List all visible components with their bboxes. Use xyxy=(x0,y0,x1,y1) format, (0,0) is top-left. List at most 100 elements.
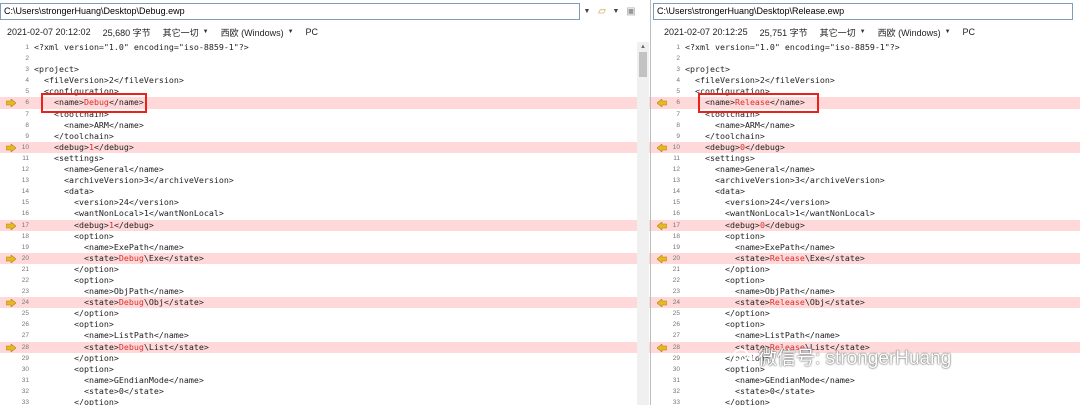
diff-line: 10 <debug>0</debug> xyxy=(651,141,1080,153)
line-text: <option> xyxy=(34,363,114,374)
right-path-input[interactable]: C:\Users\strongerHuang\Desktop\Release.e… xyxy=(653,3,1073,20)
line-text: <archiveVersion>3</archiveVersion> xyxy=(685,175,885,186)
line-number: 18 xyxy=(672,232,680,240)
changed-text: Debug xyxy=(118,252,144,263)
line-number: 26 xyxy=(672,321,680,329)
line-text: <version>24</version> xyxy=(685,197,830,208)
line-text: <project> xyxy=(34,64,79,75)
line-number: 14 xyxy=(672,188,680,196)
line-number: 11 xyxy=(673,154,680,162)
text-segment: \Obj</state> xyxy=(804,297,865,308)
code-line: 32 <state>0</state> xyxy=(651,386,1080,397)
code-line: 31 <name>GEndianMode</name> xyxy=(651,375,1080,386)
file-date: 2021-02-07 20:12:02 xyxy=(7,27,91,37)
scroll-thumb[interactable] xyxy=(639,52,647,77)
line-number: 32 xyxy=(672,387,680,395)
line-text: <name>GEndianMode</name> xyxy=(685,374,855,385)
code-line: 18 <option> xyxy=(651,231,1080,242)
code-line: 16 <wantNonLocal>1</wantNonLocal> xyxy=(0,208,650,219)
line-text: </option> xyxy=(685,397,770,405)
filter-label: 其它一切 xyxy=(819,27,856,38)
code-line: 30 <option> xyxy=(0,364,650,375)
diff-line: 17 <debug>0</debug> xyxy=(651,219,1080,231)
scroll-up-icon[interactable]: ▲ xyxy=(637,42,649,52)
filter-select[interactable]: 其它一切 ▼ xyxy=(163,26,209,39)
encoding-select[interactable]: 西欧 (Windows) ▼ xyxy=(878,26,951,39)
code-line: 8 <name>ARM</name> xyxy=(0,120,650,131)
line-text: <debug>0</debug> xyxy=(685,142,785,153)
save-icon[interactable]: ▣ xyxy=(624,5,638,19)
platform-label: PC xyxy=(305,27,319,37)
code-line: 32 <state>0</state> xyxy=(0,386,650,397)
code-line: 25 </option> xyxy=(0,308,650,319)
line-number: 3 xyxy=(676,66,680,74)
line-text: <debug>0</debug> xyxy=(685,220,805,231)
open-folder-icon[interactable]: ▱ xyxy=(595,5,609,19)
line-number: 2 xyxy=(676,55,680,63)
code-line: 11 <settings> xyxy=(0,153,650,164)
line-number: 23 xyxy=(21,288,29,296)
line-number: 27 xyxy=(672,332,680,340)
line-text: <option> xyxy=(685,319,765,330)
code-line: 29 </option> xyxy=(0,353,650,364)
code-line: 2 xyxy=(0,53,650,64)
line-text: <wantNonLocal>1</wantNonLocal> xyxy=(34,208,224,219)
line-text: <name>ARM</name> xyxy=(685,119,795,130)
line-text: <name>ExePath</name> xyxy=(34,241,184,252)
code-line: 27 <name>ListPath</name> xyxy=(651,330,1080,341)
line-text: </option> xyxy=(34,352,119,363)
text-segment: <debug> xyxy=(34,141,89,152)
changed-text: Release xyxy=(769,297,805,308)
line-number: 32 xyxy=(21,387,29,395)
line-text: <name>ListPath</name> xyxy=(685,330,840,341)
chevron-down-icon[interactable]: ▼ xyxy=(581,3,593,20)
line-number: 5 xyxy=(25,88,29,96)
line-number: 23 xyxy=(672,288,680,296)
line-text: <fileVersion>2</fileVersion> xyxy=(34,75,184,86)
line-text: <option> xyxy=(685,274,765,285)
line-number: 30 xyxy=(672,365,680,373)
line-text: </option> xyxy=(34,308,119,319)
left-annotation-box xyxy=(41,93,147,113)
code-line: 18 <option> xyxy=(0,231,650,242)
line-number: 7 xyxy=(676,110,680,118)
diff-line: 28 <state>Debug\List</state> xyxy=(0,341,650,353)
line-number: 28 xyxy=(21,343,29,351)
chevron-down-icon: ▼ xyxy=(202,29,209,35)
left-info-bar: 2021-02-07 20:12:02 25,680 字节 其它一切 ▼ 西欧 (… xyxy=(0,25,318,39)
line-number: 9 xyxy=(676,132,680,140)
left-path-input[interactable]: C:\Users\strongerHuang\Desktop\Debug.ewp xyxy=(0,3,580,20)
changed-text: Debug xyxy=(118,341,144,352)
text-segment: <debug> xyxy=(685,219,760,230)
line-number: 3 xyxy=(25,66,29,74)
line-number: 29 xyxy=(21,354,29,362)
left-scrollbar[interactable]: ▲ xyxy=(637,42,649,405)
chevron-down-icon: ▼ xyxy=(859,29,866,35)
line-number: 16 xyxy=(672,210,680,218)
line-text: </option> xyxy=(685,352,770,363)
code-line: 22 <option> xyxy=(651,275,1080,286)
chevron-down-icon[interactable]: ▼ xyxy=(610,3,622,20)
text-segment: <state> xyxy=(34,341,119,352)
line-text: <data> xyxy=(685,186,745,197)
text-segment: \Obj</state> xyxy=(143,297,204,308)
code-line: 4 <fileVersion>2</fileVersion> xyxy=(651,75,1080,86)
line-number: 13 xyxy=(21,177,29,185)
filter-select[interactable]: 其它一切 ▼ xyxy=(820,26,866,39)
line-number: 20 xyxy=(21,254,29,262)
encoding-select[interactable]: 西欧 (Windows) ▼ xyxy=(221,26,294,39)
line-number: 9 xyxy=(25,132,29,140)
line-number: 2 xyxy=(25,55,29,63)
line-text: <state>0</state> xyxy=(34,385,164,396)
line-number: 25 xyxy=(21,310,29,318)
code-line: 9 </toolchain> xyxy=(651,131,1080,142)
line-text: <state>Debug\List</state> xyxy=(34,342,209,353)
line-text: <state>Release\Obj</state> xyxy=(685,297,865,308)
line-text: <name>ListPath</name> xyxy=(34,330,189,341)
diff-line: 20 <state>Debug\Exe</state> xyxy=(0,252,650,264)
line-text: <settings> xyxy=(685,152,755,163)
code-line: 25 </option> xyxy=(651,308,1080,319)
code-line: 21 </option> xyxy=(0,264,650,275)
line-number: 29 xyxy=(672,354,680,362)
code-line: 13 <archiveVersion>3</archiveVersion> xyxy=(0,175,650,186)
